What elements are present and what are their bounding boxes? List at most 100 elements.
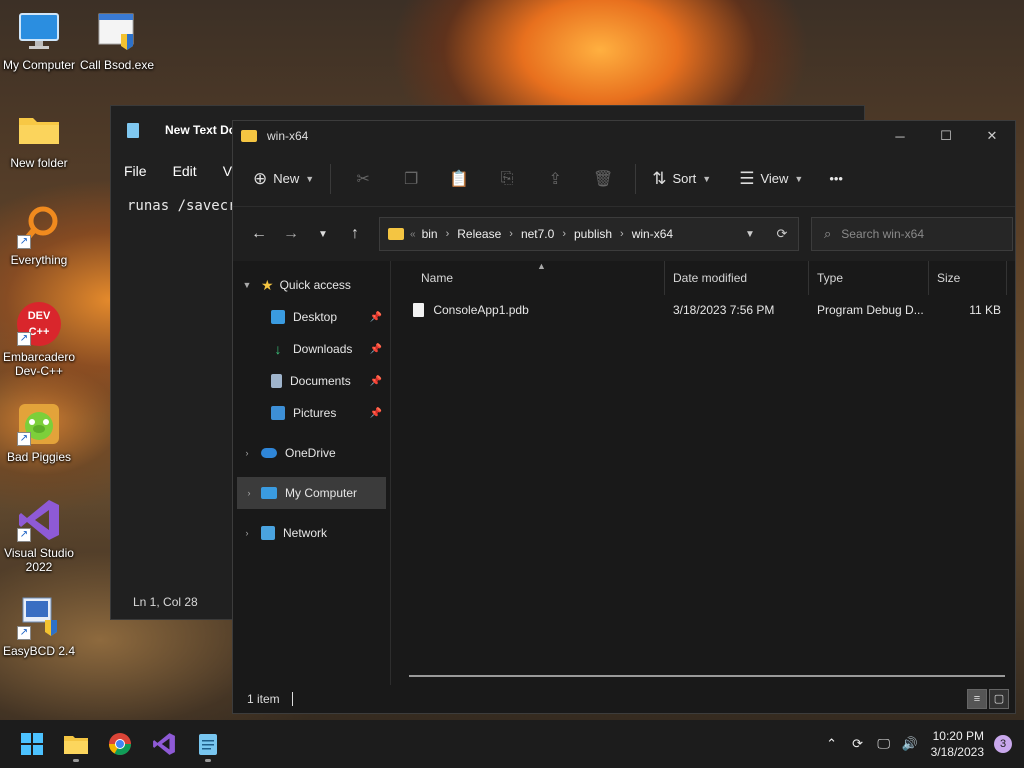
search-icon: ⌕ xyxy=(824,226,832,241)
notepad-icon xyxy=(127,122,139,138)
desktop-icon-visual-studio[interactable]: ↗ Visual Studio 2022 xyxy=(0,498,78,574)
explorer-titlebar[interactable]: win-x64 ─ ☐ ✕ xyxy=(233,121,1015,151)
taskbar-visual-studio[interactable] xyxy=(142,724,186,764)
nav-label: My Computer xyxy=(285,486,358,500)
windows-logo-icon xyxy=(21,733,43,755)
refresh-icon[interactable]: ⟳ xyxy=(766,226,798,242)
system-tray: ⌃ ⟳ 🖵 🔊 10:20 PM 3/18/2023 3 xyxy=(819,728,1024,760)
chevron-up-icon[interactable]: ⌃ xyxy=(819,736,845,752)
explorer-toolbar: ⊕ New ▼ ✂ ❐ 📋 ⎘ ⇪ 🗑 ⇅ Sort ▼ ☰ View ▼ ••… xyxy=(233,151,1015,207)
desktop-icon-devcpp[interactable]: DEV C++ ↗ Embarcadero Dev-C++ xyxy=(0,302,78,378)
more-options-button[interactable]: ••• xyxy=(821,162,851,196)
status-bar: 1 item ≡ ▢ xyxy=(233,685,1015,713)
chevron-down-icon: ▼ xyxy=(305,173,315,184)
file-type: Program Debug D... xyxy=(817,303,924,317)
column-name-label: Name xyxy=(421,271,454,285)
taskbar: ⌃ ⟳ 🖵 🔊 10:20 PM 3/18/2023 3 xyxy=(0,720,1024,768)
volume-icon[interactable]: 🔊 xyxy=(897,736,923,752)
nav-documents[interactable]: Documents 📌 xyxy=(233,365,390,397)
paste-icon[interactable]: 📋 xyxy=(435,169,483,189)
folder-icon xyxy=(241,130,257,142)
nav-my-computer[interactable]: › My Computer xyxy=(237,477,386,509)
back-arrow-icon[interactable]: ← xyxy=(243,225,275,243)
column-size[interactable]: Size xyxy=(929,261,1007,295)
network-monitor-icon[interactable]: 🖵 xyxy=(871,736,897,752)
nav-downloads[interactable]: ↓ Downloads 📌 xyxy=(233,333,390,365)
breadcrumb-net70[interactable]: net7.0 xyxy=(521,227,554,241)
desktop-icon-label: Visual Studio 2022 xyxy=(4,546,74,574)
pictures-icon xyxy=(271,406,285,420)
file-icon xyxy=(413,303,424,318)
chevron-right-icon: › xyxy=(245,448,249,458)
notification-badge[interactable]: 3 xyxy=(994,735,1012,753)
breadcrumb-release[interactable]: Release xyxy=(457,227,501,241)
chevron-right-icon: › xyxy=(620,228,624,240)
address-row: ← → ▼ ↑ « bin › Release › net7.0 › publi… xyxy=(233,207,1015,261)
horizontal-scrollbar[interactable] xyxy=(409,675,1005,677)
breadcrumb-win-x64[interactable]: win-x64 xyxy=(632,227,673,241)
details-view-icon[interactable]: ≡ xyxy=(967,689,987,709)
recent-locations-chevron-icon[interactable]: ▼ xyxy=(307,229,339,240)
sort-button[interactable]: ⇅ Sort ▼ xyxy=(644,162,719,196)
file-list: ▲ Name Date modified Type Size ConsoleAp… xyxy=(391,261,1015,685)
nav-pictures[interactable]: Pictures 📌 xyxy=(233,397,390,429)
desktop-icon-new-folder[interactable]: New folder xyxy=(0,108,78,170)
cloud-icon xyxy=(261,448,277,458)
maximize-button[interactable]: ☐ xyxy=(923,121,969,151)
nav-network[interactable]: › Network xyxy=(233,517,390,549)
chevron-down-icon: ▼ xyxy=(242,280,252,290)
taskbar-file-explorer[interactable] xyxy=(54,724,98,764)
desktop-icon-everything[interactable]: ↗ Everything xyxy=(0,205,78,267)
sync-icon[interactable]: ⟳ xyxy=(845,736,871,752)
share-icon[interactable]: ⇪ xyxy=(531,169,579,189)
breadcrumb-publish[interactable]: publish xyxy=(574,227,612,241)
chevron-down-icon: ▼ xyxy=(794,173,804,184)
clock[interactable]: 10:20 PM 3/18/2023 xyxy=(931,728,984,760)
file-explorer-window[interactable]: win-x64 ─ ☐ ✕ ⊕ New ▼ ✂ ❐ 📋 ⎘ ⇪ 🗑 ⇅ Sort… xyxy=(232,120,1016,714)
desktop-icon-call-bsod[interactable]: Call Bsod.exe xyxy=(78,10,156,72)
download-arrow-icon: ↓ xyxy=(274,341,282,357)
view-button[interactable]: ☰ View ▼ xyxy=(731,162,811,196)
up-arrow-icon[interactable]: ↑ xyxy=(339,225,371,243)
column-headers: ▲ Name Date modified Type Size xyxy=(391,261,1015,295)
nav-onedrive[interactable]: › OneDrive xyxy=(233,437,390,469)
file-name: ConsoleApp1.pdb xyxy=(433,302,529,317)
forward-arrow-icon[interactable]: → xyxy=(275,225,307,243)
copy-icon[interactable]: ❐ xyxy=(387,169,435,189)
file-date: 3/18/2023 7:56 PM xyxy=(673,303,775,317)
taskbar-notepad[interactable] xyxy=(186,724,230,764)
search-box[interactable]: ⌕ Search win-x64 xyxy=(811,217,1013,251)
visual-studio-icon: ↗ xyxy=(17,498,61,542)
desktop-icon-my-computer[interactable]: My Computer xyxy=(0,10,78,72)
sort-icon: ⇅ xyxy=(652,168,667,188)
menu-edit[interactable]: Edit xyxy=(160,163,210,179)
nav-desktop[interactable]: Desktop 📌 xyxy=(233,301,390,333)
desktop-icon-easybcd[interactable]: ↗ EasyBCD 2.4 xyxy=(0,596,78,658)
close-button[interactable]: ✕ xyxy=(969,121,1015,151)
menu-file[interactable]: File xyxy=(111,163,160,179)
address-history-chevron-icon[interactable]: ▼ xyxy=(734,229,766,240)
column-type[interactable]: Type xyxy=(809,261,929,295)
new-button[interactable]: ⊕ New ▼ xyxy=(245,162,322,196)
column-date-modified[interactable]: Date modified xyxy=(665,261,809,295)
desktop-icon-bad-piggies[interactable]: ↗ Bad Piggies xyxy=(0,402,78,464)
start-button[interactable] xyxy=(10,724,54,764)
minimize-button[interactable]: ─ xyxy=(877,121,923,151)
new-label: New xyxy=(273,171,300,186)
delete-icon[interactable]: 🗑 xyxy=(579,169,627,189)
desktop-folder-icon xyxy=(271,310,285,324)
address-bar[interactable]: « bin › Release › net7.0 › publish › win… xyxy=(379,217,799,251)
desktop-icon-label: My Computer xyxy=(2,58,76,72)
view-lines-icon: ☰ xyxy=(739,168,755,188)
star-icon: ★ xyxy=(261,276,274,293)
file-row[interactable]: ConsoleApp1.pdb 3/18/2023 7:56 PM Progra… xyxy=(391,295,1015,325)
tiles-view-icon[interactable]: ▢ xyxy=(989,689,1009,709)
shortcut-arrow-icon: ↗ xyxy=(17,528,31,542)
breadcrumb-bin[interactable]: bin xyxy=(422,227,438,241)
nav-quick-access[interactable]: ▼ ★ Quick access xyxy=(233,269,390,301)
cut-icon[interactable]: ✂ xyxy=(339,169,387,189)
taskbar-chrome[interactable] xyxy=(98,724,142,764)
rename-icon[interactable]: ⎘ xyxy=(483,170,531,188)
column-name[interactable]: Name xyxy=(391,261,665,295)
file-size: 11 KB xyxy=(969,303,1001,317)
